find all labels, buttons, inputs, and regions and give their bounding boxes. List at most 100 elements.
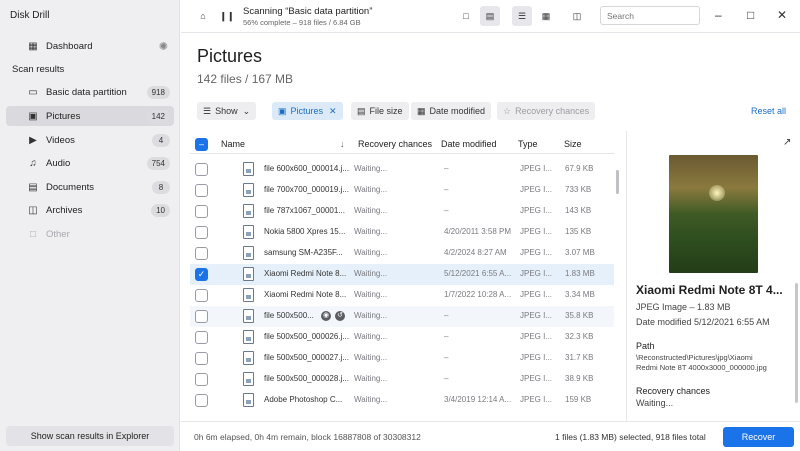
sidebar-item-dashboard[interactable]: ▦ Dashboard ✺ xyxy=(6,36,174,56)
list-view-button[interactable]: ☰ xyxy=(512,6,532,26)
table-row[interactable]: file 787x1067_00001... Waiting... – JPEG I.… xyxy=(190,201,614,222)
table-row[interactable]: samsung SM-A235F... Waiting... 4/2/2024 8:… xyxy=(190,243,614,264)
close-icon[interactable]: ✕ xyxy=(329,106,337,117)
home-button[interactable]: ⌂ xyxy=(193,6,213,26)
column-header-recovery[interactable]: Recovery chances xyxy=(358,139,432,149)
minimize-button[interactable]: – xyxy=(715,8,722,22)
date-modified-filter-button[interactable]: ▦ Date modified xyxy=(411,102,492,120)
date-modified: 1/7/2022 10:28 A... xyxy=(444,290,512,299)
home-icon: ⌂ xyxy=(200,11,206,21)
pictures-filter-chip[interactable]: ▣ Pictures ✕ xyxy=(272,102,343,120)
file-size-filter-button[interactable]: ▤ File size xyxy=(351,102,409,120)
row-checkbox[interactable]: ✓ xyxy=(195,268,208,281)
sidebar-item-label: Dashboard xyxy=(46,40,93,52)
file-type: JPEG I... xyxy=(520,227,553,236)
grid-view-button[interactable]: ▦ xyxy=(536,6,556,26)
column-header-date[interactable]: Date modified xyxy=(441,139,497,149)
file-type: JPEG I... xyxy=(520,332,553,341)
row-checkbox[interactable] xyxy=(195,184,208,197)
preview-scrollbar[interactable] xyxy=(795,283,798,403)
recover-button[interactable]: Recover xyxy=(723,427,794,447)
row-checkbox[interactable] xyxy=(195,289,208,302)
eye-icon[interactable]: ◉ xyxy=(321,311,331,321)
filter-label: Date modified xyxy=(429,106,486,116)
maximize-button[interactable]: □ xyxy=(747,8,754,22)
file-size: 135 KB xyxy=(565,227,592,236)
row-checkbox[interactable] xyxy=(195,352,208,365)
table-header: – Name ↓ Recovery chances Date modified … xyxy=(190,134,614,154)
table-row[interactable]: file 500x500_000026.j... Waiting... – JPEG … xyxy=(190,327,614,348)
table-row[interactable]: Nokia 5800 Xpres 15... Waiting... 4/20/201… xyxy=(190,222,614,243)
row-checkbox[interactable] xyxy=(195,163,208,176)
file-name: samsung SM-A235F... xyxy=(264,248,343,257)
file-name: file 500x500_000028.j... xyxy=(264,374,349,383)
search-input[interactable] xyxy=(600,6,700,25)
file-size: 38.9 KB xyxy=(565,374,594,383)
folder-icon: ▤ xyxy=(485,10,495,21)
sidebar-item-label: Audio xyxy=(46,157,71,169)
sidebar-item-pictures[interactable]: ▣ Pictures 142 xyxy=(6,106,174,126)
file-size: 733 KB xyxy=(565,185,592,194)
image-file-icon xyxy=(243,246,254,260)
column-header-size[interactable]: Size xyxy=(564,139,582,149)
sidebar-item-label: Documents xyxy=(46,181,95,193)
column-header-name[interactable]: Name xyxy=(221,139,245,149)
open-external-icon[interactable]: ↗ xyxy=(783,137,791,148)
table-row[interactable]: file 500x500... ◉ ↺ Waiting... – JPEG I... 35.… xyxy=(190,306,614,327)
file-type: JPEG I... xyxy=(520,290,553,299)
file-type: JPEG I... xyxy=(520,374,553,383)
folder-view-button[interactable]: ▤ xyxy=(480,6,500,26)
table-row[interactable]: Xiaomi Redmi Note 8... Waiting... 1/7/2022… xyxy=(190,285,614,306)
row-checkbox[interactable] xyxy=(195,373,208,386)
row-checkbox[interactable] xyxy=(195,310,208,323)
reset-all-link[interactable]: Reset all xyxy=(751,106,786,116)
status-bar: 0h 6m elapsed, 0h 4m remain, block 16887… xyxy=(181,421,800,451)
table-row[interactable]: file 700x700_000019.j... Waiting... – JPEG … xyxy=(190,180,614,201)
recovery-chances-filter-button[interactable]: ☆ Recovery chances xyxy=(497,102,596,120)
recovery-chance: Waiting... xyxy=(354,395,388,404)
filter-icon: ☰ xyxy=(203,105,212,116)
image-file-icon xyxy=(243,183,254,197)
pause-button[interactable]: ❙❙ xyxy=(217,6,237,26)
column-header-type[interactable]: Type xyxy=(518,139,538,149)
file-size: 35.8 KB xyxy=(565,311,594,320)
sidebar-item-documents[interactable]: ▤ Documents 8 xyxy=(6,177,174,197)
sidebar-item-videos[interactable]: ▶ Videos 4 xyxy=(6,130,174,150)
preview-panel-button[interactable]: ◫ xyxy=(567,6,587,26)
table-row[interactable]: file 600x600_000014.j... Waiting... – JPEG … xyxy=(190,159,614,180)
star-icon: ☆ xyxy=(503,105,512,116)
recovery-chance: Waiting... xyxy=(354,353,388,362)
table-row[interactable]: ✓ Xiaomi Redmi Note 8... Waiting... 5/12/20… xyxy=(190,264,614,285)
date-modified: 4/2/2024 8:27 AM xyxy=(444,248,507,257)
recover-file-icon[interactable]: ↺ xyxy=(335,311,345,321)
date-modified: – xyxy=(444,206,449,215)
page-subtitle: 142 files / 167 MB xyxy=(197,72,294,86)
show-in-explorer-button[interactable]: Show scan results in Explorer xyxy=(6,426,174,446)
row-checkbox[interactable] xyxy=(195,247,208,260)
recovery-chance: Waiting... xyxy=(354,206,388,215)
row-checkbox[interactable] xyxy=(195,394,208,407)
file-name: file 500x500_000027.j... xyxy=(264,353,349,362)
sort-arrow-icon: ↓ xyxy=(340,139,345,149)
table-row[interactable]: file 500x500_000028.j... Waiting... – JPEG … xyxy=(190,369,614,390)
row-checkbox[interactable] xyxy=(195,331,208,344)
row-checkbox[interactable] xyxy=(195,205,208,218)
file-view-button[interactable]: □ xyxy=(456,6,476,26)
table-row[interactable]: file 500x500_000027.j... Waiting... – JPEG … xyxy=(190,348,614,369)
image-file-icon xyxy=(243,330,254,344)
select-all-checkbox[interactable]: – xyxy=(195,138,208,151)
table-row[interactable]: Adobe Photoshop C... Waiting... 3/4/2019 1… xyxy=(190,390,614,411)
close-button[interactable]: ✕ xyxy=(777,8,787,22)
show-filter-button[interactable]: ☰ Show ⌄ xyxy=(197,102,257,120)
scan-progress-status: 0h 6m elapsed, 0h 4m remain, block 16887… xyxy=(194,432,421,442)
sidebar-item-basic-data-partition[interactable]: ▭ Basic data partition 918 xyxy=(6,82,174,102)
sidebar-item-audio[interactable]: ♫ Audio 754 xyxy=(6,153,174,173)
preview-date: Date modified 5/12/2021 6:55 AM xyxy=(636,317,770,327)
table-scrollbar[interactable] xyxy=(616,170,619,194)
panel-icon: ◫ xyxy=(572,10,582,21)
preview-path-line2: Redmi Note 8T 4000x3000_000000.jpg xyxy=(636,363,767,372)
file-type: JPEG I... xyxy=(520,395,553,404)
sidebar-item-archives[interactable]: ◫ Archives 10 xyxy=(6,200,174,220)
row-checkbox[interactable] xyxy=(195,226,208,239)
grid-icon: ▦ xyxy=(541,10,551,21)
